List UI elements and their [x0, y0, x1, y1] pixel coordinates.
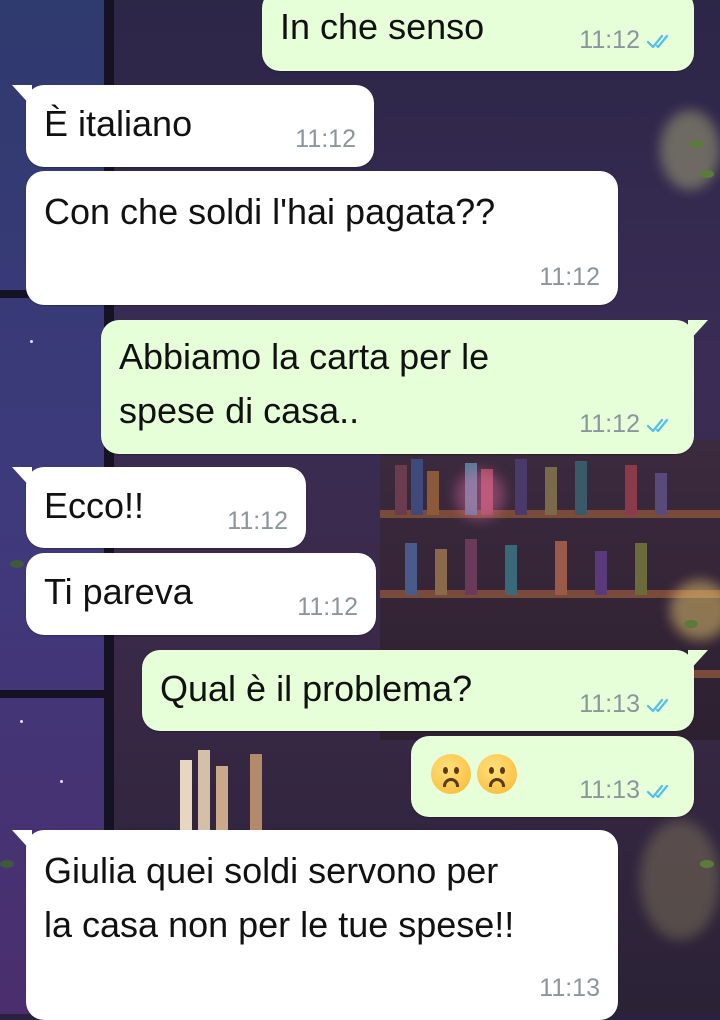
message-time: 11:12 [227, 507, 288, 535]
message-bubble-incoming[interactable]: Con che soldi l'hai pagata?? 11:12 [26, 171, 618, 305]
message-text: Con che soldi l'hai pagata?? [44, 191, 496, 232]
message-bubble-incoming[interactable]: Giulia quei soldi servono per la casa no… [12, 830, 618, 1020]
frowning-face-icon [431, 754, 471, 794]
double-check-read-icon [646, 784, 669, 798]
message-meta: 11:13 [579, 690, 676, 719]
message-meta: 11:12 [227, 507, 288, 536]
double-check-read-icon [646, 698, 669, 712]
message-time: 11:13 [579, 776, 640, 804]
message-emoji-row [431, 754, 523, 794]
message-meta: 11:13 [579, 776, 676, 805]
message-text: Giulia quei soldi servono per la casa no… [44, 850, 515, 945]
bubble-tail [12, 467, 32, 489]
bubble-tail [688, 320, 708, 342]
message-meta: 11:12 [295, 125, 356, 154]
bubble-tail [688, 650, 708, 672]
message-bubble-outgoing[interactable]: Qual è il problema? 11:13 [142, 650, 708, 731]
message-text: Ecco!! [44, 485, 145, 526]
message-bubble-outgoing[interactable]: In che senso 11:12 [262, 0, 694, 71]
message-text: Abbiamo la carta per le spese di casa.. [119, 336, 490, 431]
message-time: 11:12 [579, 410, 640, 438]
double-check-read-icon [646, 418, 669, 432]
message-meta: 11:12 [297, 593, 358, 622]
message-bubble-incoming[interactable]: Ti pareva 11:12 [26, 553, 376, 635]
message-text: È italiano [44, 103, 193, 144]
message-meta: 11:13 [539, 974, 600, 1003]
message-bubble-incoming[interactable]: Ecco!! 11:12 [12, 467, 306, 548]
message-text: Qual è il problema? [160, 668, 473, 709]
bubble-tail [12, 830, 32, 852]
message-bubble-outgoing[interactable]: Abbiamo la carta per le spese di casa.. … [101, 320, 708, 454]
message-text: In che senso [280, 6, 485, 47]
message-text: Ti pareva [44, 571, 193, 612]
double-check-read-icon [646, 34, 669, 48]
message-meta: 11:12 [579, 26, 676, 55]
message-bubble-incoming[interactable]: È italiano 11:12 [12, 85, 374, 167]
message-meta: 11:12 [579, 410, 676, 439]
message-list[interactable]: In che senso 11:12 È italiano 11:12 Con … [0, 0, 720, 1020]
frowning-face-icon [477, 754, 517, 794]
message-meta: 11:12 [539, 263, 600, 292]
message-time: 11:13 [539, 974, 600, 1002]
message-time: 11:12 [579, 26, 640, 54]
message-time: 11:12 [295, 125, 356, 153]
message-time: 11:12 [539, 263, 600, 291]
bubble-tail [12, 85, 32, 107]
message-time: 11:12 [297, 593, 358, 621]
message-time: 11:13 [579, 690, 640, 718]
message-bubble-outgoing[interactable]: 11:13 [411, 736, 694, 817]
